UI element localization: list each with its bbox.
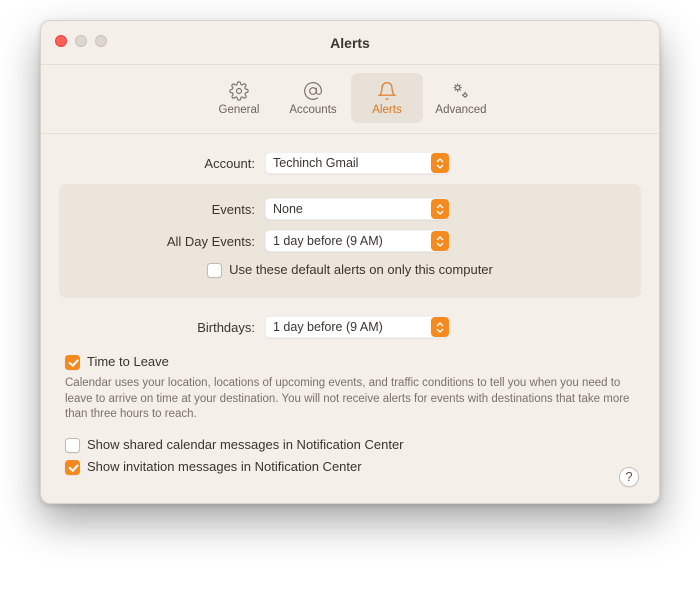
chevron-updown-icon [431, 231, 449, 251]
birthdays-select[interactable]: 1 day before (9 AM) [265, 316, 450, 338]
select-value: 1 day before (9 AM) [273, 234, 383, 248]
only-this-computer-label: Use these default alerts on only this co… [229, 262, 493, 277]
events-select[interactable]: None [265, 198, 450, 220]
invitation-checkbox[interactable] [65, 460, 80, 475]
birthdays-label: Birthdays: [65, 320, 265, 335]
select-value: None [273, 202, 303, 216]
defaults-panel: Events: None All Day Events: 1 day befor… [59, 184, 641, 298]
chevron-updown-icon [431, 199, 449, 219]
tab-advanced[interactable]: Advanced [425, 73, 497, 123]
time-to-leave-desc: Calendar uses your location, locations o… [65, 376, 635, 423]
tab-accounts[interactable]: Accounts [277, 73, 349, 123]
only-this-computer-checkbox[interactable] [207, 263, 222, 278]
toolbar: General Accounts Alerts Advanced [41, 65, 659, 134]
titlebar: Alerts [41, 21, 659, 65]
preferences-window: Alerts General Accounts Alerts Advanced [40, 20, 660, 504]
account-select[interactable]: Techinch Gmail [265, 152, 450, 174]
select-value: 1 day before (9 AM) [273, 320, 383, 334]
help-label: ? [625, 469, 632, 484]
events-label: Events: [59, 202, 265, 217]
invitation-label: Show invitation messages in Notification… [87, 459, 362, 474]
chevron-updown-icon [431, 317, 449, 337]
allday-label: All Day Events: [59, 234, 265, 249]
select-value: Techinch Gmail [273, 156, 358, 170]
tab-alerts[interactable]: Alerts [351, 73, 423, 123]
at-icon [303, 81, 323, 101]
chevron-updown-icon [431, 153, 449, 173]
minimize-icon[interactable] [75, 35, 87, 47]
zoom-icon[interactable] [95, 35, 107, 47]
tab-label: Advanced [435, 104, 486, 116]
tab-general[interactable]: General [203, 73, 275, 123]
time-to-leave-label: Time to Leave [87, 354, 169, 369]
window-title: Alerts [41, 35, 659, 51]
account-label: Account: [65, 156, 265, 171]
tab-label: General [219, 104, 260, 116]
shared-calendar-checkbox[interactable] [65, 438, 80, 453]
allday-select[interactable]: 1 day before (9 AM) [265, 230, 450, 252]
shared-calendar-label: Show shared calendar messages in Notific… [87, 437, 404, 452]
close-icon[interactable] [55, 35, 67, 47]
gears-icon [451, 81, 471, 101]
tab-label: Accounts [289, 104, 336, 116]
traffic-lights [55, 35, 107, 47]
content: Account: Techinch Gmail Events: None [41, 134, 659, 503]
gear-icon [229, 81, 249, 101]
time-to-leave-checkbox[interactable] [65, 355, 80, 370]
help-button[interactable]: ? [619, 467, 639, 487]
tab-label: Alerts [372, 104, 401, 116]
bell-icon [377, 81, 397, 101]
